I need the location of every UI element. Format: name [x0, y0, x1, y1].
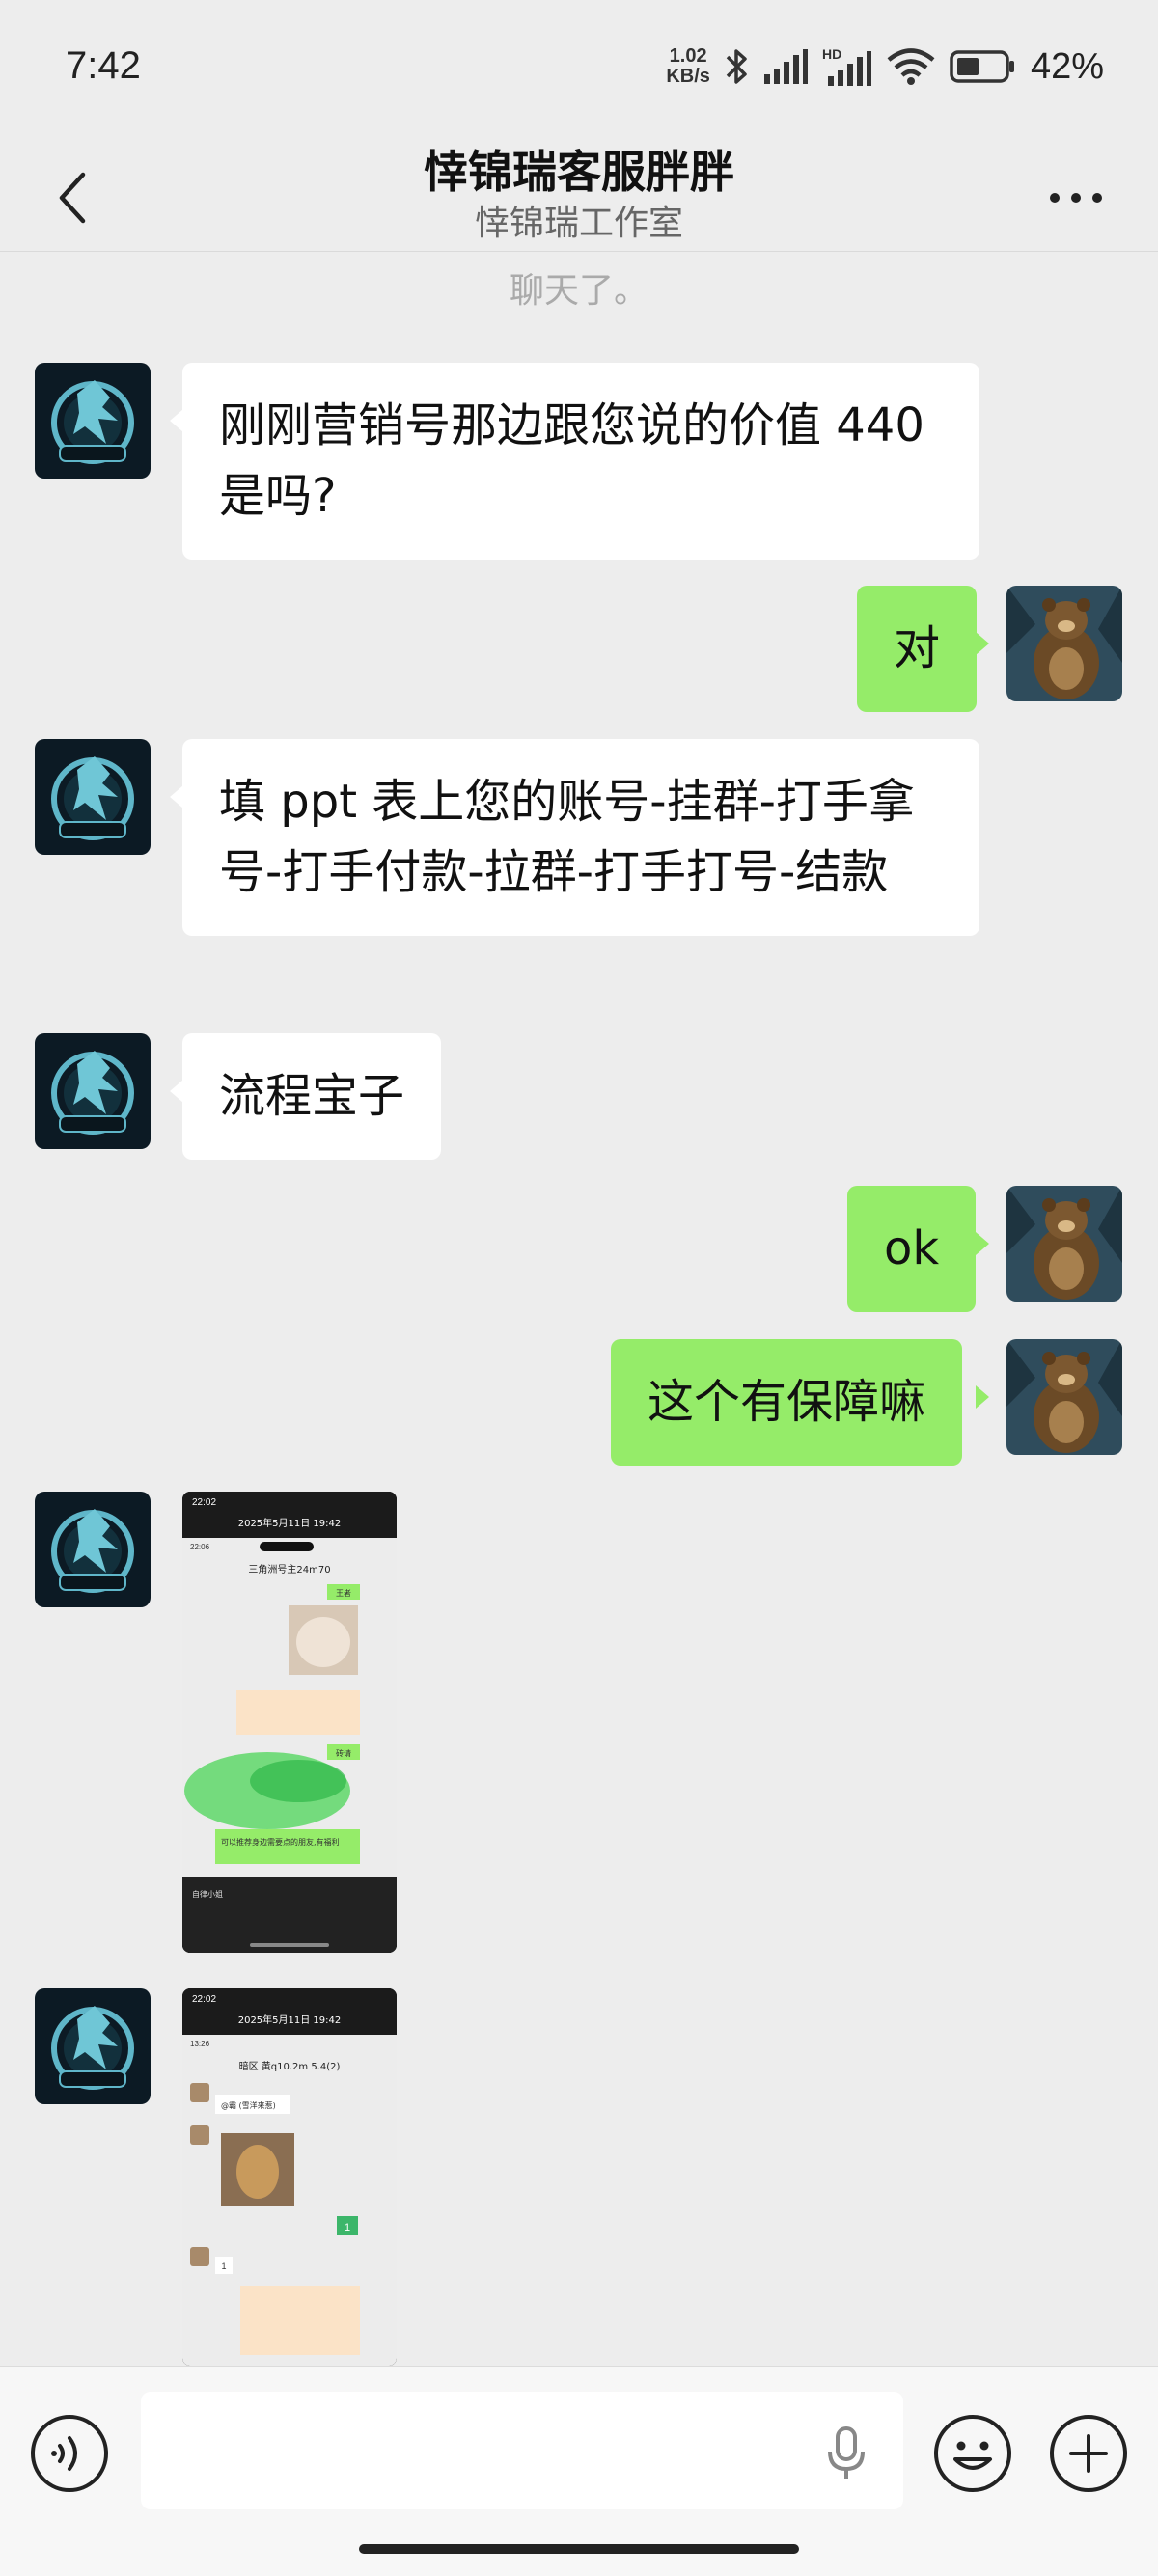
studio-logo-avatar [35, 1033, 151, 1149]
bubble-tail [170, 409, 183, 432]
thumb-status-time: 22:02 [192, 1497, 216, 1508]
bear-avatar [1006, 1186, 1122, 1302]
contact-avatar[interactable] [35, 1033, 151, 1149]
thumb-status-time: 22:02 [192, 1994, 216, 2005]
more-button[interactable] [1042, 164, 1110, 232]
thumb-bubble-3: 1 [221, 2261, 226, 2271]
bubble-tail [170, 785, 183, 808]
status-bar: 7:42 1.02 KB/s HD 42% [0, 0, 1158, 135]
system-message: 聊天了。 [509, 271, 648, 311]
network-speed: 1.02 KB/s [666, 46, 710, 87]
thumb-chat-title: 三角洲号主24m70 [248, 1564, 330, 1576]
chat-header: 悻锦瑞客服胖胖 悻锦瑞工作室 [0, 135, 1158, 251]
battery-icon [950, 50, 1014, 83]
network-speed-value: 1.02 [669, 45, 707, 67]
studio-logo-avatar [35, 363, 151, 479]
studio-logo-avatar [35, 1988, 151, 2104]
studio-logo-avatar [35, 1492, 151, 1607]
screenshot-thumbnail: 22:02 2025年5月11日 19:42 22:06 三角洲号主24m70 … [182, 1492, 397, 1953]
thumb-date: 2025年5月11日 19:42 [238, 1517, 342, 1529]
screenshot-thumbnail: 22:02 2025年5月11日 19:42 13:26 暗区 黄q10.2m … [182, 1988, 397, 2366]
status-time: 7:42 [66, 44, 141, 87]
more-icon [1050, 193, 1102, 203]
thumb-date: 2025年5月11日 19:42 [238, 2014, 342, 2026]
voice-toggle-button[interactable] [29, 2413, 110, 2494]
thumb-chat-title: 暗区 黄q10.2m 5.4(2) [239, 2060, 341, 2072]
message-bubble-sent[interactable]: 这个有保障嘛 [611, 1339, 963, 1466]
plus-icon [1050, 2415, 1127, 2492]
network-speed-unit: KB/s [666, 66, 710, 87]
battery-percent: 42% [1030, 45, 1104, 87]
bubble-tail [170, 1080, 183, 1103]
header-divider [0, 251, 1158, 252]
user-avatar[interactable] [1006, 1339, 1122, 1455]
image-message[interactable]: 22:02 2025年5月11日 19:42 13:26 暗区 黄q10.2m … [182, 1988, 397, 2366]
thumb-inner-time: 22:06 [190, 1543, 210, 1551]
contact-avatar[interactable] [35, 739, 151, 855]
thumb-bubble-1: 王者 [336, 1589, 351, 1598]
emoji-icon [934, 2415, 1011, 2492]
home-indicator[interactable] [359, 2544, 799, 2554]
thumb-bubble-2: 砖请 [336, 1748, 351, 1758]
message-bubble-received[interactable]: 流程宝子 [182, 1033, 442, 1160]
contact-avatar[interactable] [35, 1492, 151, 1607]
thumb-inner-time: 13:26 [190, 2040, 210, 2048]
bubble-tail [976, 1385, 989, 1409]
message-input[interactable] [141, 2392, 903, 2509]
chat-title: 悻锦瑞客服胖胖 [424, 146, 734, 198]
message-bubble-received[interactable]: 刚刚营销号那边跟您说的价值 440 是吗? [182, 363, 979, 560]
thumb-bubble-2: 1 [345, 2222, 350, 2233]
user-avatar[interactable] [1006, 586, 1122, 701]
mic-button[interactable] [822, 2425, 870, 2482]
contact-avatar[interactable] [35, 1988, 151, 2104]
bear-avatar [1006, 586, 1122, 701]
signal-icon [763, 49, 808, 84]
status-icons: 1.02 KB/s HD 42% [666, 42, 1104, 91]
bear-avatar [1006, 1339, 1122, 1455]
image-message[interactable]: 22:02 2025年5月11日 19:42 22:06 三角洲号主24m70 … [182, 1492, 397, 1953]
thumb-footer: 自律小姐 [192, 1889, 223, 1899]
hd-label: HD [822, 46, 841, 62]
hd-signal-icon: HD [822, 46, 871, 86]
chat-subtitle: 悻锦瑞工作室 [474, 204, 683, 243]
user-avatar[interactable] [1006, 1186, 1122, 1302]
bubble-tail [976, 1232, 989, 1255]
message-bubble-received[interactable]: 填 ppt 表上您的账号-挂群-打手拿号-打手付款-拉群-打手打号-结款 [182, 739, 979, 936]
thumb-caption: 可以推荐身边需要点的朋友,有福利 [221, 1837, 340, 1847]
contact-avatar[interactable] [35, 363, 151, 479]
bluetooth-icon [726, 49, 747, 84]
emoji-button[interactable] [932, 2413, 1013, 2494]
bubble-tail [976, 632, 989, 655]
mic-icon [828, 2426, 865, 2479]
more-actions-button[interactable] [1048, 2413, 1129, 2494]
voice-icon [31, 2415, 108, 2492]
thumb-bubble-1: @霸 (雪洋来惹) [221, 2100, 276, 2110]
wifi-icon [887, 48, 935, 85]
message-bubble-sent[interactable]: ok [847, 1186, 977, 1312]
message-bubble-sent[interactable]: 对 [857, 586, 978, 712]
studio-logo-avatar [35, 739, 151, 855]
